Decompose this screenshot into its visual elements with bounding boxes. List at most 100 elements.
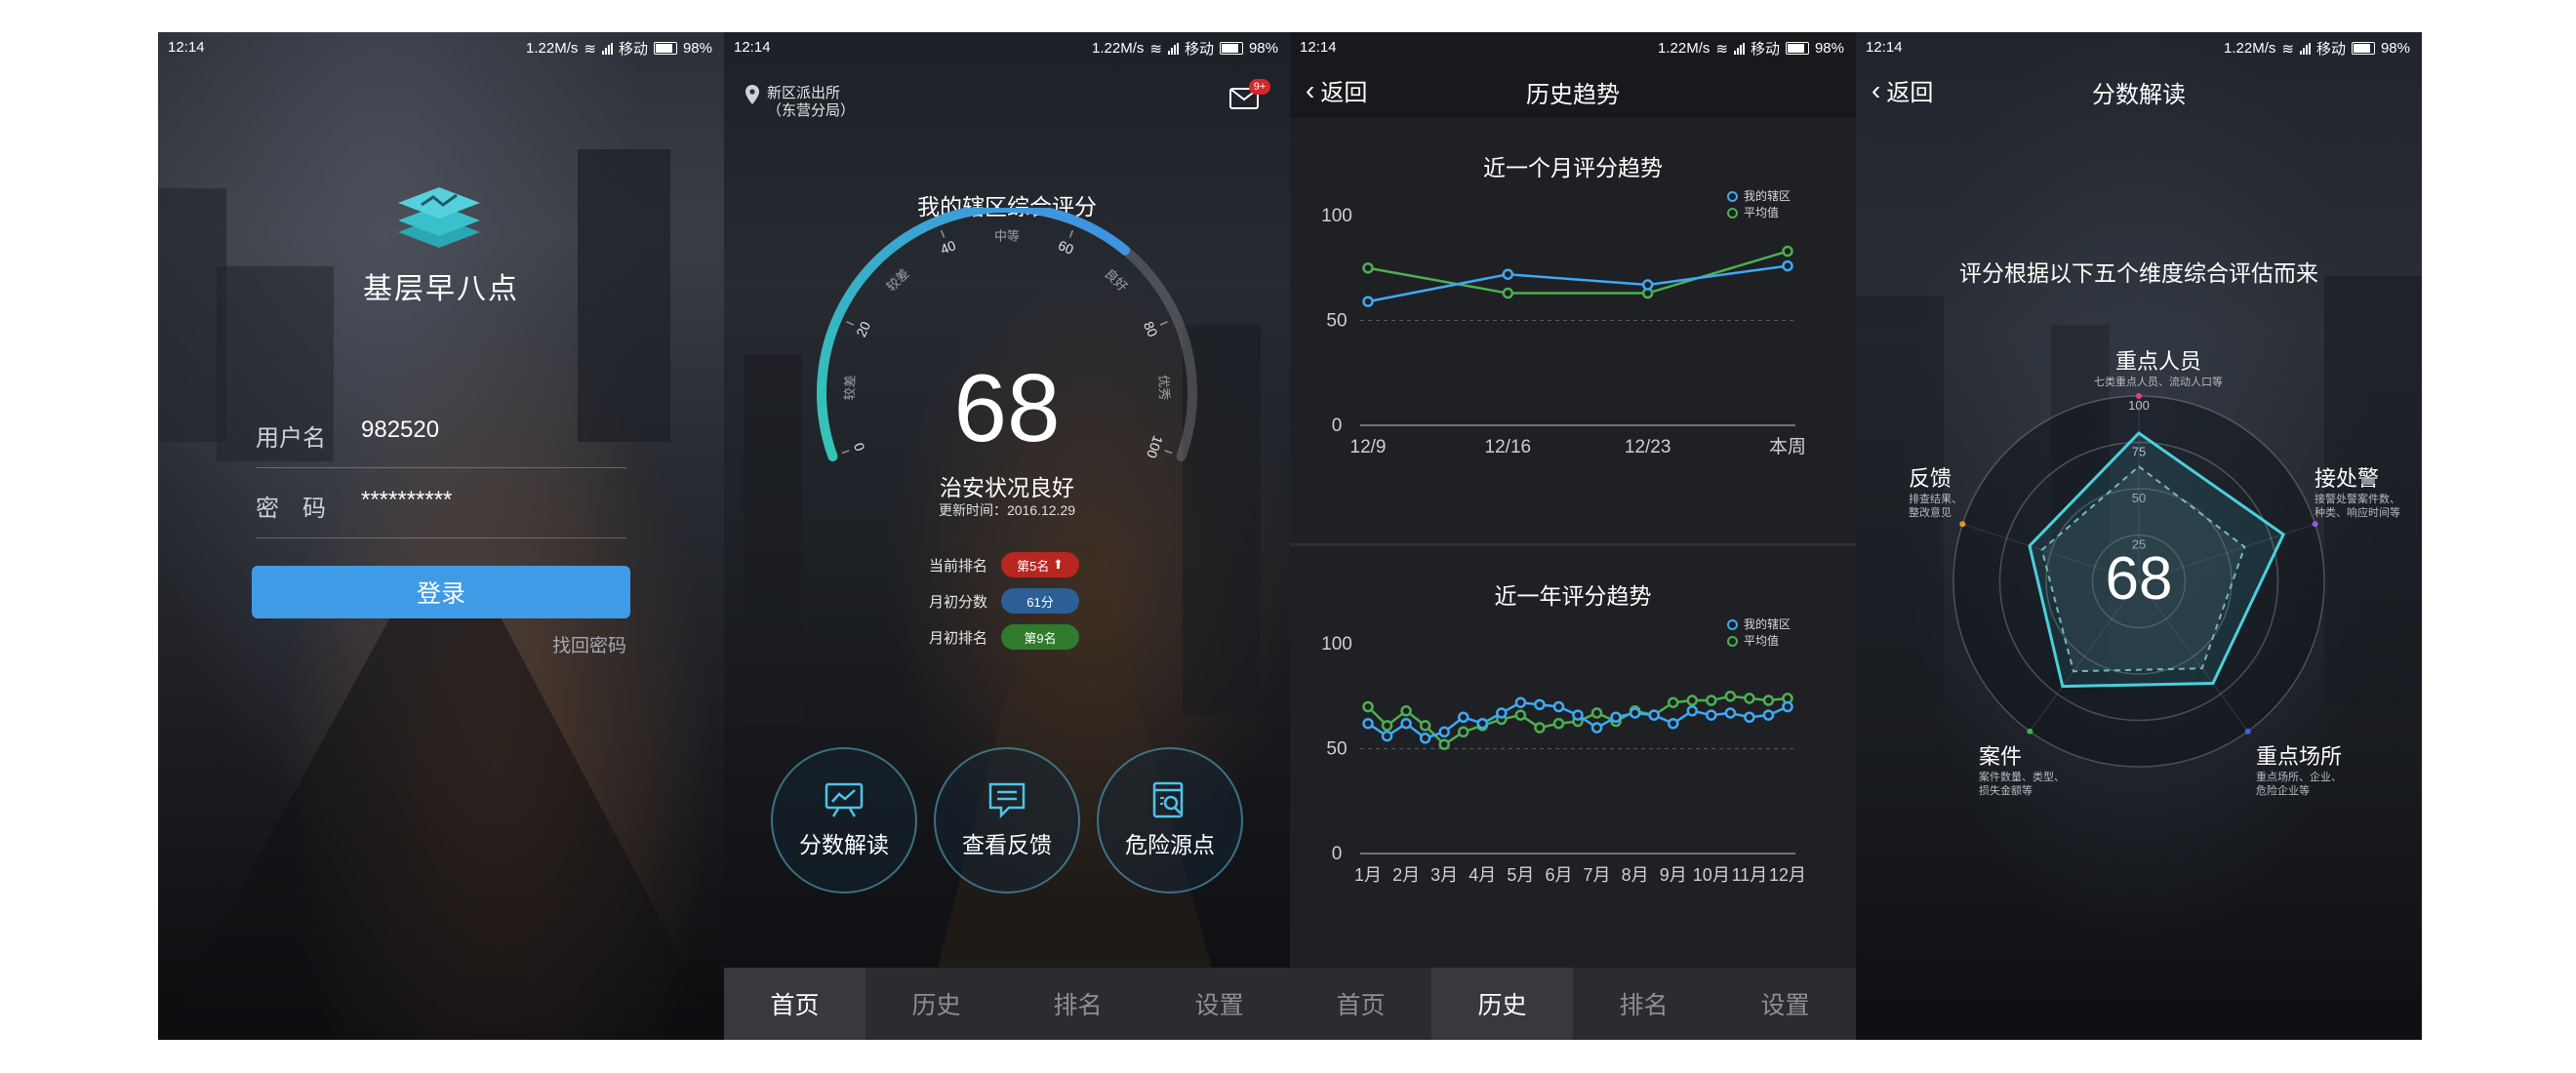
tab-bar: 首页 历史 排名 设置 [724,968,1290,1040]
network-speed: 1.22M/s [1658,40,1711,57]
data-point [1514,709,1527,721]
network-speed: 1.22M/s [526,40,579,57]
data-point [1552,700,1565,713]
y-tick-label: 50 [1326,739,1347,760]
dimension-desc: 排查结果、 整改意见 [1909,494,1962,519]
tab-settings[interactable]: 设置 [1148,968,1290,1040]
danger-points-button[interactable]: 危险源点 [1097,747,1243,894]
status-time: 12:14 [1300,39,1337,56]
data-point [1502,287,1514,299]
data-point [1744,711,1755,723]
yearly-trend-card: 近一年评分趋势 我的辖区 平均值 0 50 100 1月 2月 3月 4月 5月 6月 7月 8月 9… [1290,546,1856,968]
y-tick-label: 100 [1321,206,1352,226]
data-point [1762,709,1775,721]
x-tick-label: 5月 [1507,865,1534,885]
username-field[interactable]: 用户名 982520 [256,399,626,468]
data-point [1667,696,1679,708]
data-point [1648,709,1660,721]
data-point [1641,279,1654,291]
police-station-location[interactable]: 新区派出所 （东营分局） [767,85,855,120]
x-tick-label: 10月 [1693,865,1730,885]
data-point [1706,695,1717,706]
data-point [1362,700,1374,713]
data-point [1629,707,1641,719]
gauge-level-label: 较差 [884,266,912,295]
username-label: 用户名 [256,425,326,452]
data-point [1381,720,1393,732]
score-interpret-screen: 12:14 1.22M/s ≋ 移动 98% ‹ 返回 分数解读 评分根据以下五… [1856,32,2422,1040]
history-screen: 12:14 1.22M/s ≋ 移动 98% ‹ 返回 历史趋势 近一个月评分趋… [1290,32,1856,1040]
x-tick-label: 2月 [1392,865,1420,885]
carrier-name: 移动 [618,41,648,58]
rank-badge: 第5名 ⬆ [1001,552,1080,577]
gauge-level-label: 良好 [1102,266,1130,295]
gauge-tick-label: 20 [853,319,873,339]
x-tick-label: 4月 [1469,865,1496,885]
score-value: 68 [953,354,1061,461]
mail-button[interactable]: 9+ [1229,79,1270,115]
data-point [1438,726,1450,738]
tab-history[interactable]: 历史 [865,968,1007,1040]
carrier-name: 移动 [1750,41,1780,58]
location-line2: （东营分局） [767,102,856,119]
battery-level: 98% [2380,40,2410,57]
score-status: 治安状况良好 [940,475,1074,500]
username-input[interactable]: 982520 [361,417,439,444]
password-field[interactable]: 密 码 ********** [256,469,626,538]
data-point [1686,705,1699,717]
update-time: 更新时间：2016.12.29 [938,502,1076,518]
rank-label: 月初排名 [929,629,988,647]
data-point [1457,711,1469,723]
score-interpret-button[interactable]: 分数解读 [771,747,917,894]
tab-home[interactable]: 首页 [1290,968,1431,1040]
status-time: 12:14 [734,39,771,56]
data-point [1610,711,1622,723]
data-point [1552,717,1565,730]
app-logo-icon [398,187,480,248]
data-point [1572,709,1584,721]
message-icon [988,782,1026,818]
mail-badge: 9+ [1249,79,1270,95]
view-feedback-button[interactable]: 查看反馈 [934,747,1080,894]
dimension-key-persons: 重点人员 七类重点人员、流动人口等 [2090,344,2227,389]
battery-icon [1219,42,1243,55]
dimension-desc: 案件数量、类型、 损失金额等 [1979,772,2065,797]
x-tick-label: 6月 [1545,865,1572,885]
forgot-password-link[interactable]: 找回密码 [552,631,626,657]
login-screen: 12:14 1.22M/s ≋ 移动 98% 基层早八点 用户名 982520 … [158,32,724,1040]
monthly-trend-chart: 0 50 100 12/9 12/16 12/23 本周 [1321,206,1806,457]
data-point [1362,717,1374,730]
status-time: 12:14 [1866,39,1903,56]
data-point [1590,707,1603,719]
wifi-icon: ≋ [584,40,596,58]
data-point [1762,695,1775,706]
y-tick-label: 50 [1326,311,1347,332]
data-point [1724,691,1737,702]
tab-ranking[interactable]: 排名 [1007,968,1148,1040]
x-tick-label: 12月 [1769,865,1806,885]
page-title: 历史趋势 [1526,82,1620,108]
login-button[interactable]: 登录 [252,566,630,618]
data-point [1400,705,1412,717]
password-input[interactable]: ********** [361,487,452,514]
data-point [1419,733,1431,744]
data-point [1502,268,1514,280]
y-tick-label: 0 [1332,844,1343,864]
x-tick-label: 7月 [1584,865,1611,885]
dimension-feedback: 反馈 排查结果、 整改意见 [1909,461,1987,520]
dimension-desc: 重点场所、企业、 危险企业等 [2256,772,2342,797]
tab-settings[interactable]: 设置 [1714,968,1856,1040]
wifi-icon: ≋ [1149,40,1162,58]
score-value: 68 [2105,545,2173,613]
data-point [1744,693,1755,704]
button-label: 危险源点 [1125,832,1215,857]
signal-icon [1167,42,1179,55]
button-label: 查看反馈 [962,832,1052,857]
rank-label: 月初分数 [929,593,988,611]
tab-ranking[interactable]: 排名 [1573,968,1714,1040]
tab-history[interactable]: 历史 [1431,968,1573,1040]
data-point [1400,717,1412,730]
tab-home[interactable]: 首页 [724,968,865,1040]
battery-icon [653,42,677,55]
data-point [1496,707,1508,719]
